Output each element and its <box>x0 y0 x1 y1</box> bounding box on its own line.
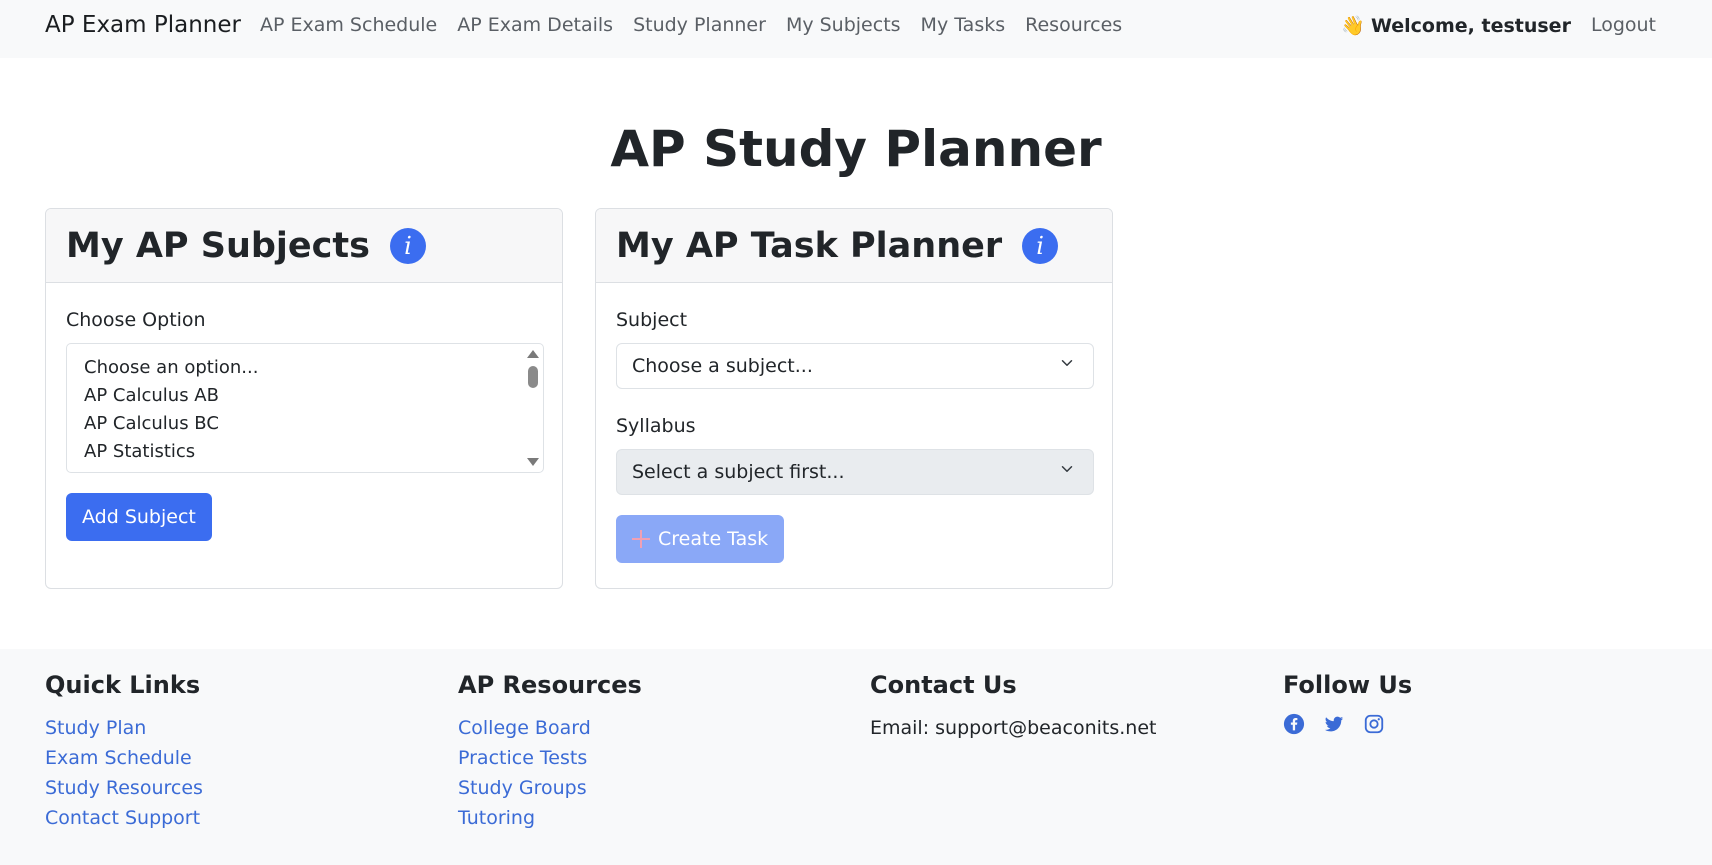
logout-link[interactable]: Logout <box>1591 14 1656 36</box>
subjects-card-header: My AP Subjects i <box>46 209 562 283</box>
nav-my-subjects[interactable]: My Subjects <box>786 14 901 36</box>
nav-links: AP Exam Schedule AP Exam Details Study P… <box>260 0 1142 50</box>
footer-quick-links: Quick Links Study Plan Exam Schedule Stu… <box>45 669 203 833</box>
facebook-icon[interactable] <box>1283 713 1305 735</box>
footer-link-college-board[interactable]: College Board <box>458 713 642 743</box>
scroll-down-arrow-icon[interactable] <box>527 458 539 466</box>
create-task-button[interactable]: Create Task <box>616 515 785 563</box>
syllabus-label: Syllabus <box>616 415 696 437</box>
footer-link-study-groups[interactable]: Study Groups <box>458 773 642 803</box>
subject-select[interactable]: Choose a subject... <box>616 343 1094 389</box>
chevron-down-icon <box>1061 466 1073 472</box>
subject-listbox[interactable]: Choose an option... AP Calculus AB AP Ca… <box>66 343 544 473</box>
info-icon[interactable]: i <box>389 227 426 264</box>
syllabus-select[interactable]: Select a subject first... <box>616 449 1094 495</box>
footer: Quick Links Study Plan Exam Schedule Stu… <box>0 649 1712 865</box>
subjects-card-body: Choose Option Choose an option... AP Cal… <box>46 283 562 541</box>
instagram-icon[interactable] <box>1363 713 1385 735</box>
brand-link[interactable]: AP Exam Planner <box>45 0 241 50</box>
footer-heading: Quick Links <box>45 671 201 699</box>
list-option[interactable]: AP Calculus BC <box>84 410 543 438</box>
listbox-scrollbar[interactable] <box>525 346 541 470</box>
subject-label: Subject <box>616 309 688 331</box>
choose-option-label: Choose Option <box>66 309 206 331</box>
subject-select-value: Choose a subject... <box>632 355 813 377</box>
task-planner-card-header: My AP Task Planner i <box>596 209 1112 283</box>
plus-icon <box>632 530 650 548</box>
info-icon[interactable]: i <box>1022 227 1059 264</box>
list-option[interactable]: AP Calculus AB <box>84 382 543 410</box>
social-links <box>1283 713 1412 735</box>
list-option[interactable]: Choose an option... <box>84 354 543 382</box>
add-subject-button[interactable]: Add Subject <box>66 493 212 541</box>
nav-ap-exam-schedule[interactable]: AP Exam Schedule <box>260 14 437 36</box>
scroll-up-arrow-icon[interactable] <box>527 350 539 358</box>
task-planner-card: My AP Task Planner i Subject Choose a su… <box>595 208 1113 589</box>
footer-heading: Follow Us <box>1283 671 1413 699</box>
welcome-message: 👋 Welcome, testuser <box>1341 14 1571 37</box>
welcome-text: Welcome, testuser <box>1370 14 1571 37</box>
nav-user-area: 👋 Welcome, testuser Logout <box>1341 0 1656 50</box>
contact-email: Email: support@beaconits.net <box>870 717 1157 739</box>
task-planner-card-title: My AP Task Planner <box>616 225 1003 266</box>
footer-link-tutoring[interactable]: Tutoring <box>458 803 642 833</box>
create-task-label: Create Task <box>658 528 769 550</box>
scroll-thumb[interactable] <box>528 366 538 388</box>
waving-hand-icon: 👋 <box>1341 14 1365 37</box>
footer-link-exam-schedule[interactable]: Exam Schedule <box>45 743 203 773</box>
footer-link-practice-tests[interactable]: Practice Tests <box>458 743 642 773</box>
page-title: AP Study Planner <box>610 120 1102 178</box>
list-option[interactable]: AP Statistics <box>84 438 543 466</box>
footer-link-study-resources[interactable]: Study Resources <box>45 773 203 803</box>
footer-contact: Contact Us Email: support@beaconits.net <box>870 669 1156 743</box>
footer-link-contact-support[interactable]: Contact Support <box>45 803 203 833</box>
footer-ap-resources: AP Resources College Board Practice Test… <box>458 669 642 833</box>
footer-follow: Follow Us <box>1283 669 1412 735</box>
nav-resources[interactable]: Resources <box>1025 14 1122 36</box>
footer-link-study-plan[interactable]: Study Plan <box>45 713 203 743</box>
footer-heading: Contact Us <box>870 671 1017 699</box>
subjects-card-title: My AP Subjects <box>66 225 370 266</box>
nav-ap-exam-details[interactable]: AP Exam Details <box>457 14 613 36</box>
subjects-card: My AP Subjects i Choose Option Choose an… <box>45 208 563 589</box>
twitter-icon[interactable] <box>1323 713 1345 735</box>
navbar: AP Exam Planner AP Exam Schedule AP Exam… <box>0 0 1712 58</box>
footer-heading: AP Resources <box>458 671 642 699</box>
nav-my-tasks[interactable]: My Tasks <box>921 14 1006 36</box>
chevron-down-icon <box>1061 360 1073 366</box>
nav-study-planner[interactable]: Study Planner <box>633 14 766 36</box>
task-planner-card-body: Subject Choose a subject... Syllabus Sel… <box>596 283 1112 563</box>
syllabus-select-value: Select a subject first... <box>632 461 845 483</box>
